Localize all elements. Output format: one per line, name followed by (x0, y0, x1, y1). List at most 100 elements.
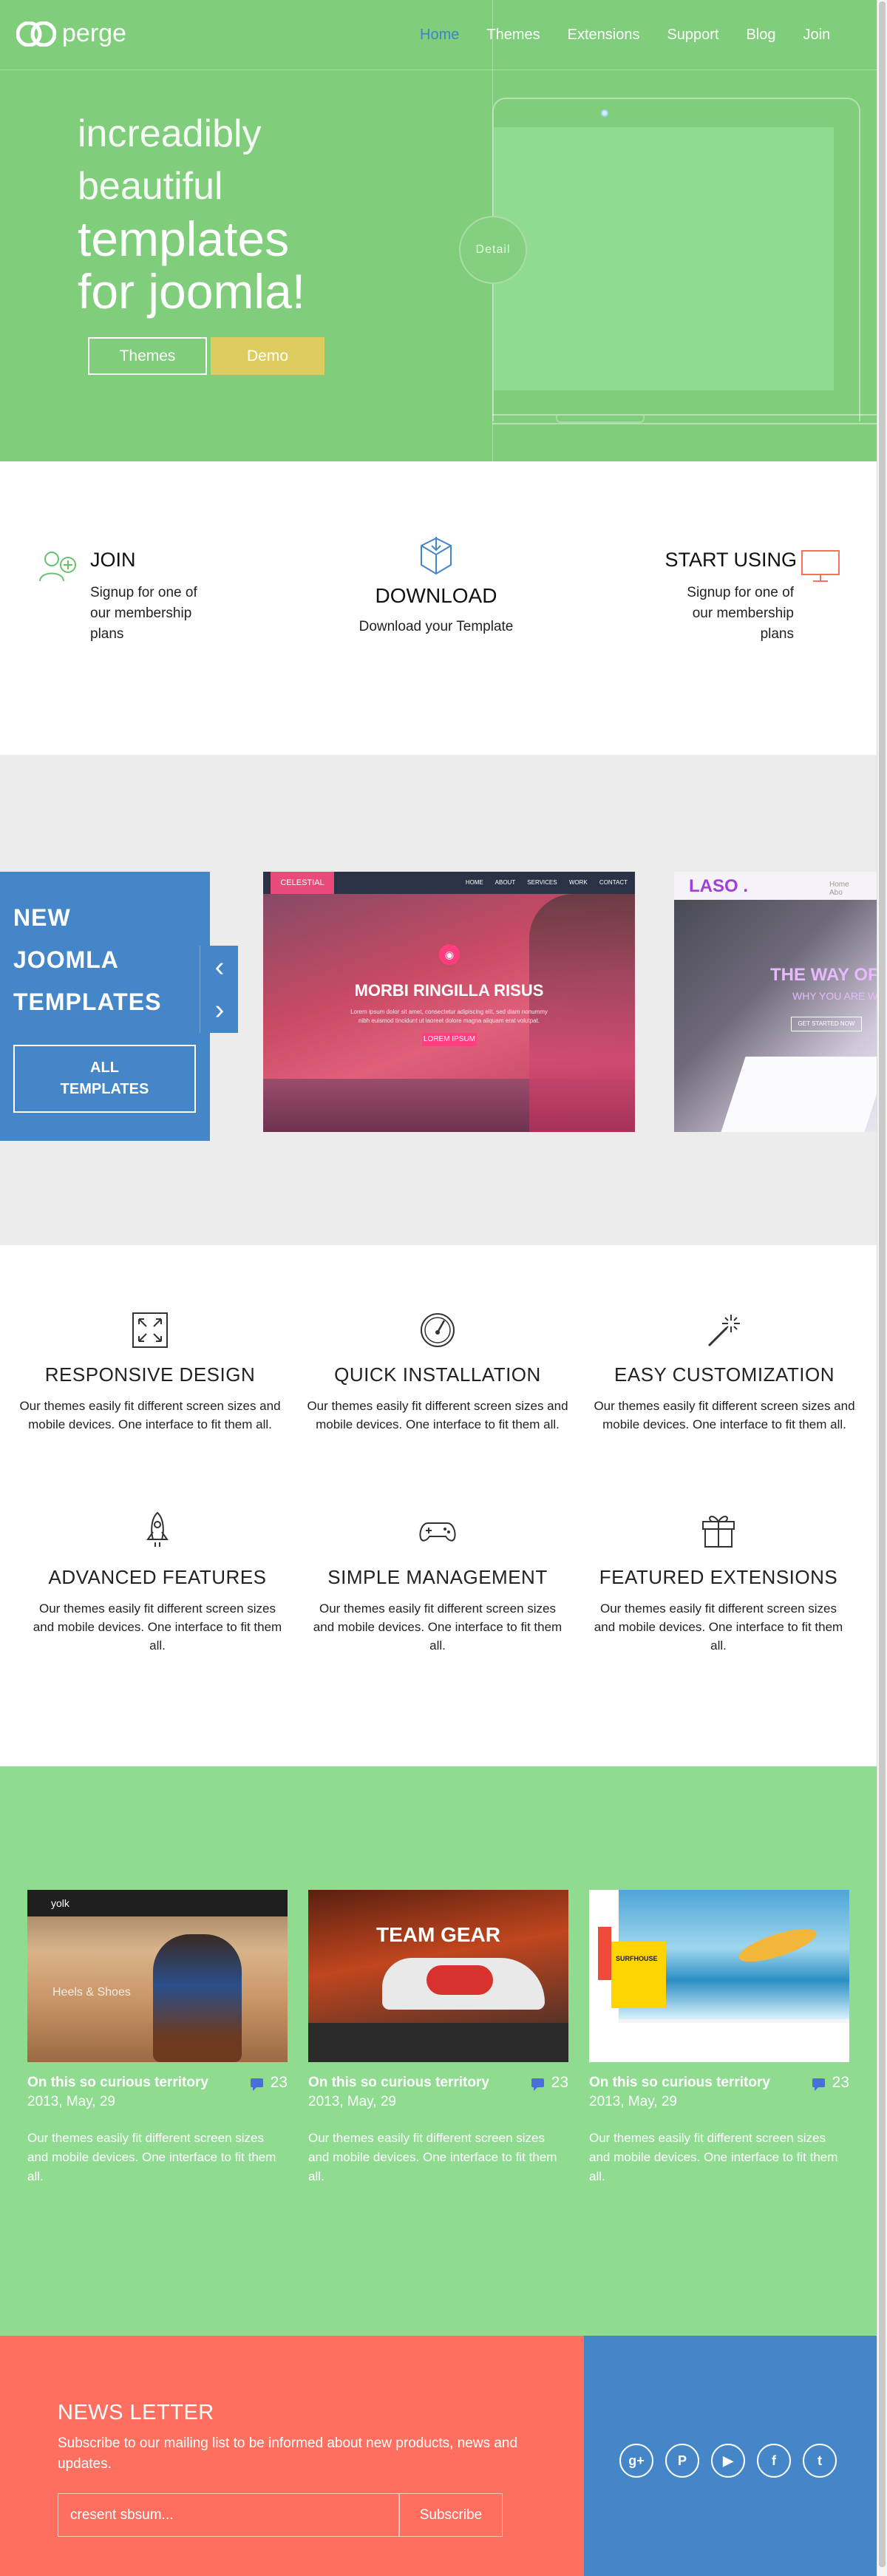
laptop-illustration (492, 98, 860, 421)
feature-desc: Our themes easily fit different screen s… (33, 1601, 282, 1653)
carousel-next-icon[interactable]: › (200, 989, 239, 1031)
blog-post-meta: On this so curious territory 2013, May, … (308, 2074, 568, 2109)
hero-heading: increadibly beautiful templates for joom… (78, 108, 305, 318)
all-templates-line-2: TEMPLATES (60, 1081, 149, 1097)
steps-section: JOIN Signup for one of our membership pl… (0, 461, 877, 755)
preview-subtitle: Lorem ipsum dolor sit amet, consectetur … (350, 1009, 548, 1024)
blog-post-date: 2013, May, 29 (589, 2094, 678, 2109)
themes-button[interactable]: Themes (88, 337, 207, 375)
newsletter-section: NEWS LETTER Subscribe to our mailing lis… (0, 2336, 584, 2576)
newsletter-title: NEWS LETTER (58, 2401, 214, 2424)
blog-post-excerpt: Our themes easily fit different screen s… (589, 2131, 838, 2183)
blog-post-image[interactable]: yolk Heels & Shoes (27, 1890, 288, 2062)
blog-post-meta: On this so curious territory 2013, May, … (589, 2074, 849, 2109)
preview-laso-sub: WHY YOU ARE W (792, 990, 877, 1002)
preview-title: MORBI RINGILLA RISUS (354, 981, 544, 1000)
comment-count[interactable]: 23 (812, 2074, 849, 2092)
laptop-notch (556, 416, 645, 423)
feature-title: EASY CUSTOMIZATION (614, 1363, 835, 1386)
logo-text: perge (62, 19, 126, 47)
image-figure (153, 1934, 242, 2062)
logo[interactable]: perge (16, 19, 126, 48)
all-templates-button[interactable]: ALL TEMPLATES (13, 1045, 196, 1113)
download-box-icon (421, 537, 452, 575)
all-templates-line-1: ALL (90, 1060, 119, 1076)
template-preview-laso[interactable]: LASO . Home Abo THE WAY OF S WHY YOU ARE… (674, 872, 877, 1132)
feature-title: FEATURED EXTENSIONS (599, 1566, 838, 1588)
step-download-desc: Download your Template (358, 619, 514, 634)
blog-post: SURFHOUSE On this so curious territory 2… (589, 1890, 849, 2186)
subscribe-button[interactable]: Subscribe (399, 2493, 503, 2537)
step-join-title: JOIN (90, 549, 136, 571)
image-car (382, 1958, 545, 2010)
nav-join[interactable]: Join (803, 27, 831, 44)
comment-count[interactable]: 23 (531, 2074, 568, 2092)
step-download: DOWNLOAD Download your Template (347, 535, 525, 637)
carousel-prev-icon[interactable]: ‹ (200, 946, 239, 989)
feature-title: SIMPLE MANAGEMENT (327, 1566, 548, 1588)
step-start-title: START USING (665, 549, 797, 571)
image-brand: SURFHOUSE (616, 1955, 658, 1962)
templates-heading: NEW JOOMLA TEMPLATES (13, 897, 161, 1023)
template-preview-celestial[interactable]: CELESTIAL HOME ABOUT SERVICES WORK CONTA… (263, 872, 635, 1132)
feature-title: RESPONSIVE DESIGN (44, 1363, 256, 1386)
blog-post-image[interactable]: TEAM GEAR (308, 1890, 568, 2062)
nav-themes[interactable]: Themes (486, 27, 540, 44)
image-yellow-block (611, 1942, 666, 2008)
hero-section: perge Home Themes Extensions Support Blo… (0, 0, 877, 461)
page-scrollbar[interactable] (877, 0, 887, 2576)
hero-line-1: increadibly (78, 112, 262, 155)
step-join-desc: Signup for one of our membership plans (90, 585, 197, 642)
comment-icon (250, 2078, 263, 2091)
preview-laso-cta: GET STARTED NOW (791, 1017, 862, 1031)
expand-icon (132, 1312, 168, 1348)
scrollbar-thumb[interactable] (879, 1, 886, 2567)
nav-home[interactable]: Home (420, 27, 459, 44)
demo-button[interactable]: Demo (211, 337, 324, 375)
google-plus-icon[interactable]: g+ (619, 2444, 653, 2478)
nav-support[interactable]: Support (667, 27, 718, 44)
feature-responsive: RESPONSIVE DESIGN Our themes easily fit … (13, 1310, 287, 1434)
templates-heading-line-3: TEMPLATES (13, 989, 162, 1015)
feature-desc: Our themes easily fit different screen s… (594, 1601, 843, 1653)
image-strip (308, 2023, 568, 2062)
add-user-icon (39, 552, 76, 582)
preview-brand: CELESTIAL (271, 872, 334, 894)
feature-extensions: FEATURED EXTENSIONS Our themes easily fi… (582, 1510, 855, 1655)
comment-icon (531, 2078, 544, 2091)
feature-title: ADVANCED FEATURES (48, 1566, 267, 1588)
templates-section: NEW JOOMLA TEMPLATES ALL TEMPLATES ‹ › C… (0, 755, 877, 1245)
image-brand: TEAM GEAR (376, 1923, 500, 1946)
youtube-icon[interactable]: ▶ (711, 2444, 745, 2478)
feature-desc: Our themes easily fit different screen s… (313, 1601, 563, 1653)
hero-line-4: for joomla! (78, 264, 306, 319)
gift-icon (702, 1516, 735, 1548)
preview-cta: LOREM IPSUM (422, 1033, 477, 1046)
blog-post-title[interactable]: On this so curious territory (589, 2074, 770, 2092)
monitor-icon (801, 550, 840, 582)
feature-customization: EASY CUSTOMIZATION Our themes easily fit… (588, 1310, 861, 1434)
blog-post-meta: On this so curious territory 2013, May, … (27, 2074, 288, 2109)
templates-heading-line-1: NEW (13, 904, 71, 931)
carousel-arrows: ‹ › (200, 946, 238, 1033)
detail-button[interactable]: Detail (459, 216, 527, 284)
image-caption: Heels & Shoes (52, 1986, 131, 1999)
nav-blog[interactable]: Blog (747, 27, 776, 44)
feature-management: SIMPLE MANAGEMENT Our themes easily fit … (301, 1510, 574, 1655)
blog-post-excerpt: Our themes easily fit different screen s… (308, 2131, 557, 2183)
blog-post-title[interactable]: On this so curious territory (308, 2074, 489, 2092)
blog-post-date: 2013, May, 29 (27, 2094, 116, 2109)
pinterest-icon[interactable]: P (665, 2444, 699, 2478)
blog-post: yolk Heels & Shoes On this so curious te… (27, 1890, 288, 2186)
nav-extensions[interactable]: Extensions (568, 27, 640, 44)
blog-post-title[interactable]: On this so curious territory (27, 2074, 208, 2092)
facebook-icon[interactable]: f (757, 2444, 791, 2478)
image-brand: yolk (51, 1897, 69, 1909)
comment-count[interactable]: 23 (250, 2074, 288, 2092)
comment-count-value: 23 (551, 2074, 568, 2091)
twitter-icon[interactable]: t (803, 2444, 837, 2478)
laptop-base (492, 414, 877, 424)
blog-post-image[interactable]: SURFHOUSE (589, 1890, 849, 2062)
preview-laso-logo: LASO . (689, 876, 749, 896)
newsletter-email-input[interactable] (58, 2494, 398, 2536)
